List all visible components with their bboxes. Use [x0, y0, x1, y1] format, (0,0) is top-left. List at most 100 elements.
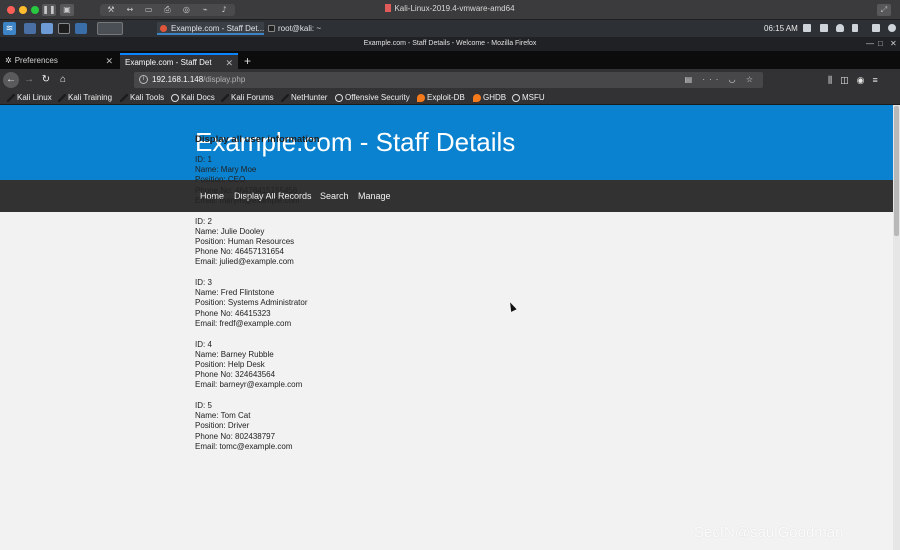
url-path: /display.php	[203, 75, 246, 84]
clock[interactable]: 06:15 AM	[764, 22, 798, 35]
record-phone: Phone No: 46457131654	[195, 247, 284, 257]
bookmark-kali-tools[interactable]: Kali Tools	[120, 91, 164, 105]
tab-strip: ✲ Preferences ✕ Example.com - Staff Det ✕…	[0, 51, 900, 69]
taskbar-terminal-label: root@kali: ~	[278, 24, 322, 33]
tab-preferences-label: Preferences	[14, 56, 58, 65]
kali-dragon-icon	[281, 94, 289, 102]
taskbar-terminal-task[interactable]: root@kali: ~	[267, 22, 321, 35]
bookmark-nethunter[interactable]: NetHunter	[281, 91, 327, 105]
record-phone: Phone No: 802438797	[195, 431, 276, 441]
staff-record: ID: 4 Name: Barney Rubble Position: Help…	[195, 340, 320, 391]
bookmark-label: MSFU	[522, 93, 545, 102]
url-host: 192.168.1.148	[152, 75, 204, 84]
tab-preferences[interactable]: ✲ Preferences ✕	[0, 53, 118, 69]
bookmark-kali-forums[interactable]: Kali Forums	[221, 91, 274, 105]
record-name: Name: Barney Rubble	[195, 349, 274, 359]
nav-search-link[interactable]: Search	[320, 180, 349, 212]
bookmark-label: GHDB	[483, 93, 507, 102]
desktop-launcher-icon[interactable]	[24, 23, 36, 34]
file-manager-icon[interactable]	[41, 23, 53, 34]
record-phone: Phone No: 46478415155456	[195, 185, 298, 195]
display-icon[interactable]	[803, 24, 811, 32]
home-icon[interactable]: ⌂	[56, 73, 70, 87]
bookmark-label: Kali Docs	[181, 93, 215, 102]
new-tab-plus-icon[interactable]: +	[244, 53, 251, 69]
globe-icon	[171, 94, 179, 102]
record-email: Email: barneyr@example.com	[195, 380, 303, 390]
tab-close-icon[interactable]: ✕	[225, 55, 233, 69]
record-id: ID: 1	[195, 155, 212, 164]
workspace-switcher[interactable]	[97, 22, 123, 35]
bookmark-ghdb[interactable]: GHDB	[473, 91, 506, 105]
bookmarks-toolbar: Kali Linux Kali Training Kali Tools Kali…	[0, 91, 900, 105]
bookmark-msfu[interactable]: MSFU	[512, 91, 545, 105]
tab-staff-details-label: Example.com - Staff Det	[125, 58, 212, 67]
hamburger-menu-icon[interactable]: ≡	[873, 72, 878, 88]
record-name: Name: Julie Dooley	[195, 226, 265, 236]
url-text[interactable]: 192.168.1.148/display.php	[152, 72, 245, 88]
url-bar[interactable]: i 192.168.1.148/display.php ▤ ··· ◡ ☆	[134, 72, 763, 88]
bookmark-label: Offensive Security	[345, 93, 410, 102]
browser-launcher-icon[interactable]	[75, 23, 87, 34]
bookmark-kali-training[interactable]: Kali Training	[58, 91, 112, 105]
bookmark-label: Kali Training	[68, 93, 113, 102]
firefox-window-titlebar: Example.com - Staff Details - Welcome - …	[0, 37, 900, 51]
volume-icon[interactable]	[820, 24, 828, 32]
taskbar-firefox-task[interactable]: Example.com - Staff Det...	[157, 22, 264, 35]
minimize-icon[interactable]: —	[866, 37, 874, 51]
site-header: Example.com - Staff Details	[0, 105, 893, 180]
library-icon[interactable]: ⫼	[828, 72, 832, 88]
staff-record: ID: 5 Name: Tom Cat Position: Driver Pho…	[195, 401, 320, 452]
bookmark-label: Kali Forums	[231, 93, 274, 102]
terminal-launcher-icon[interactable]	[58, 23, 70, 34]
notifications-bell-icon[interactable]	[836, 24, 844, 32]
record-email: Email: fredf@example.com	[195, 318, 292, 328]
record-position: Position: CEO	[195, 175, 246, 185]
reload-icon[interactable]: ↻	[39, 73, 53, 87]
kali-dragon-icon	[58, 94, 66, 102]
kali-menu-icon[interactable]: ≋	[3, 22, 16, 35]
forward-arrow-icon[interactable]: →	[22, 73, 36, 87]
taskbar-firefox-label: Example.com - Staff Det...	[171, 24, 265, 33]
bookmark-kali-linux[interactable]: Kali Linux	[7, 91, 52, 105]
bookmark-label: Kali Linux	[17, 93, 52, 102]
terminal-icon	[268, 25, 275, 32]
bookmark-offensive-security[interactable]: Offensive Security	[335, 91, 410, 105]
kali-dragon-icon	[7, 94, 15, 102]
close-icon[interactable]: ✕	[890, 37, 897, 51]
bookmark-star-icon[interactable]: ☆	[746, 75, 757, 84]
firefox-window-title: Example.com - Staff Details - Welcome - …	[363, 40, 537, 47]
account-icon[interactable]: ◉	[857, 72, 865, 88]
page-scrollbar[interactable]	[893, 105, 900, 550]
vm-window-title: Kali-Linux-2019.4-vmware-amd64	[0, 4, 900, 13]
staff-record: ID: 2 Name: Julie Dooley Position: Human…	[195, 217, 320, 268]
record-position: Position: Help Desk	[195, 359, 265, 369]
bookmark-label: Kali Tools	[130, 93, 165, 102]
fullscreen-icon[interactable]: ⤢	[877, 4, 891, 16]
maximize-icon[interactable]: □	[878, 37, 883, 51]
power-icon[interactable]	[888, 24, 896, 32]
scrollbar-thumb[interactable]	[894, 106, 899, 236]
reader-view-icon[interactable]: ▤	[685, 75, 697, 84]
back-arrow-icon[interactable]: ←	[3, 72, 19, 88]
exploit-db-icon	[417, 94, 425, 102]
record-phone: Phone No: 324643564	[195, 370, 276, 380]
sidebar-icon[interactable]: ◫	[840, 72, 849, 88]
site-info-icon[interactable]: i	[139, 75, 148, 84]
pocket-icon[interactable]: ◡	[729, 75, 740, 84]
page-viewport: Example.com - Staff Details Home Display…	[0, 105, 893, 550]
navigation-toolbar: ← → ↻ ⌂ i 192.168.1.148/display.php ▤ ··…	[0, 69, 900, 91]
tab-close-icon[interactable]: ✕	[105, 53, 113, 69]
kali-dragon-icon	[221, 94, 229, 102]
battery-icon[interactable]	[852, 24, 858, 32]
bookmark-kali-docs[interactable]: Kali Docs	[171, 91, 215, 105]
record-name: Name: Fred Flintstone	[195, 288, 275, 298]
lock-screen-icon[interactable]	[872, 24, 880, 32]
bookmark-exploit-db[interactable]: Exploit-DB	[417, 91, 465, 105]
page-actions-icon[interactable]: ···	[702, 75, 722, 84]
tab-staff-details[interactable]: Example.com - Staff Det ✕	[120, 53, 238, 69]
nav-manage-link[interactable]: Manage	[358, 180, 391, 212]
record-position: Position: Driver	[195, 421, 250, 431]
globe-icon	[512, 94, 520, 102]
site-nav: Home Display All Records Search Manage	[0, 180, 893, 212]
